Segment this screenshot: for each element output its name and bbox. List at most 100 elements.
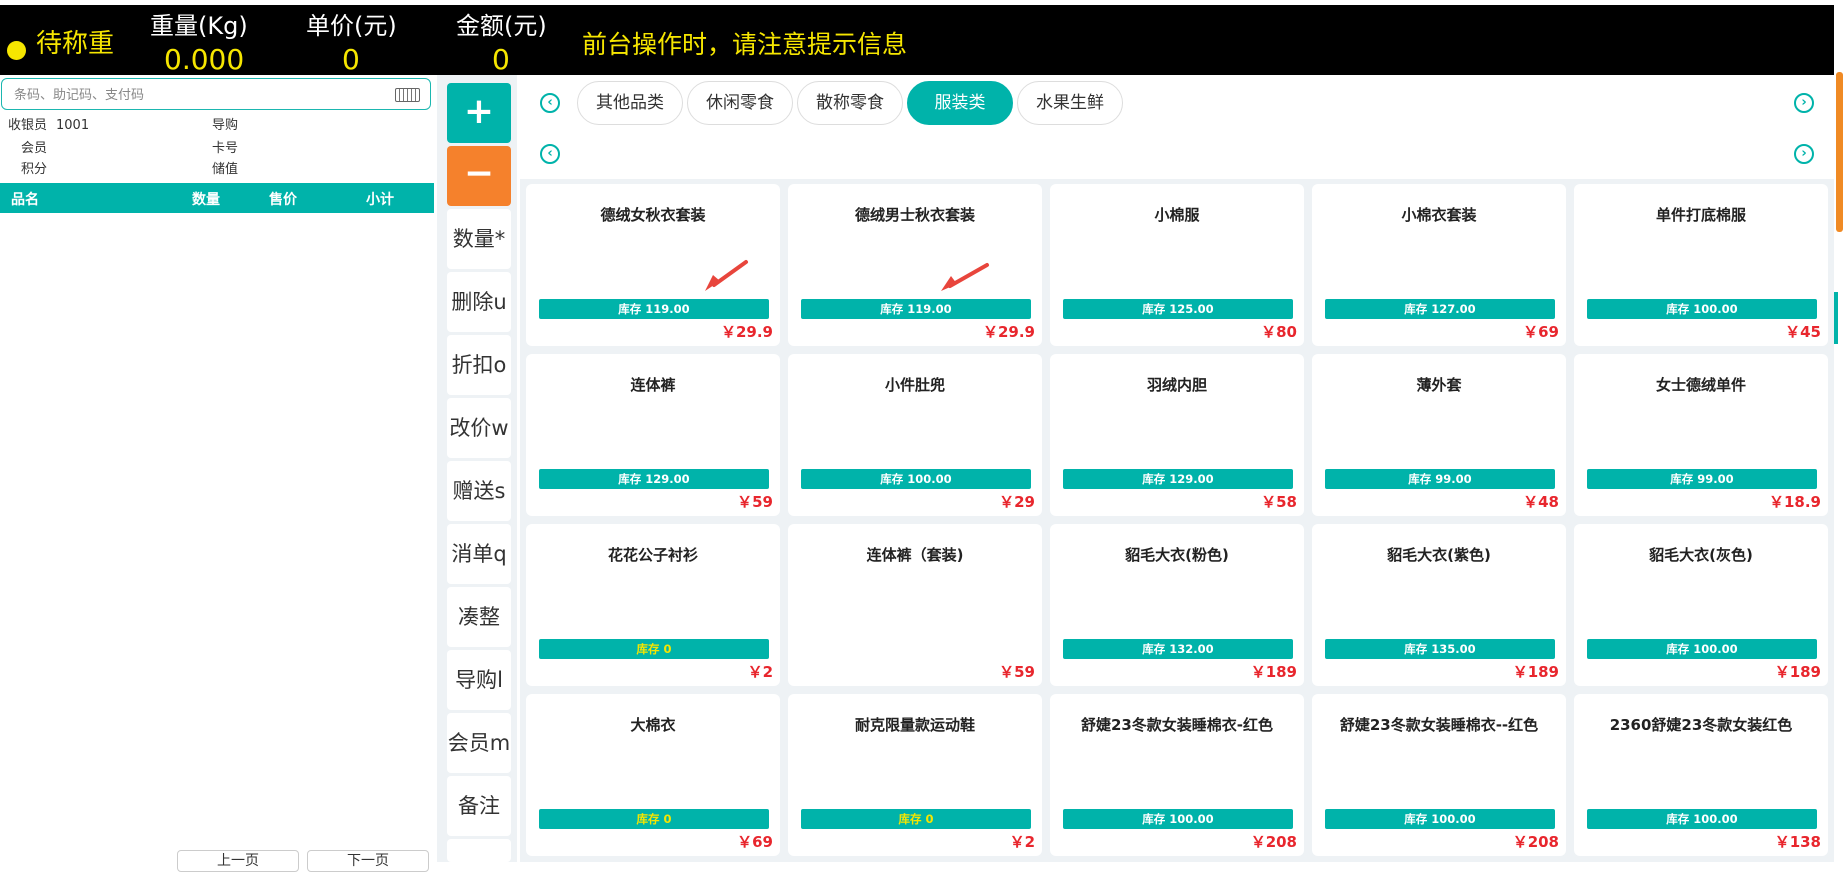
product-card[interactable]: 舒婕23冬款女装睡棉衣--红色 库存 100.00 ￥208 — [1312, 694, 1566, 856]
change-price-button[interactable]: 改价w — [447, 398, 511, 458]
cancel-order-button[interactable]: 消单q — [447, 524, 511, 584]
product-card[interactable]: 女士德绒单件 库存 99.00 ￥18.9 — [1574, 354, 1828, 516]
chevron-left-circle-icon[interactable]: ‹ — [540, 93, 560, 113]
product-price: ￥208 — [1512, 833, 1559, 851]
points-label: 积分 — [21, 162, 48, 177]
product-price: ￥29.9 — [720, 323, 773, 341]
product-card[interactable]: 薄外套库存 99.00 ￥48 — [1312, 354, 1566, 516]
stock-badge: 库存 132.00 — [1063, 639, 1293, 659]
annotation-arrow-icon — [941, 263, 989, 291]
discount-button[interactable]: 折扣o — [447, 335, 511, 395]
product-card[interactable]: 小棉服 库存 125.00 ￥80 — [1050, 184, 1304, 346]
product-name: 单件打底棉服 — [1655, 206, 1746, 224]
product-name: 德绒女秋衣套装 — [600, 206, 706, 224]
prev-page-button[interactable]: 上一页 — [177, 850, 299, 872]
stock-badge: 库存 125.00 — [1063, 299, 1293, 319]
stock-badge: 库存 100.00 — [1325, 809, 1555, 829]
product-card[interactable]: 小棉衣套装 库存 127.00 ￥69 — [1312, 184, 1566, 346]
quantity-button[interactable]: 数量* — [447, 209, 511, 269]
product-name: 舒婕23冬款女装睡棉衣--红色 — [1339, 716, 1539, 734]
round-button[interactable]: 凑整 — [447, 587, 511, 647]
product-card[interactable]: 花花公子衬衫 库存 0 ￥2 — [526, 524, 780, 686]
product-price: ￥189 — [1774, 663, 1821, 681]
product-card[interactable]: 2360舒婕23冬款女装红色 库存 100.00 ￥138 — [1574, 694, 1828, 856]
product-card[interactable]: 羽绒内胆 库存 129.00 ￥58 — [1050, 354, 1304, 516]
product-card[interactable]: 德绒男士秋衣套装 库存 119.00 ￥29.9 — [788, 184, 1042, 346]
stock-badge: 库存 119.00 — [539, 299, 769, 319]
product-card[interactable]: 貂毛大衣(灰色) 库存 100.00 ￥189 — [1574, 524, 1828, 686]
product-price: ￥29 — [999, 493, 1035, 511]
stock-badge: 库存 99.00 — [1587, 469, 1817, 489]
next-page-button[interactable]: 下一页 — [307, 850, 429, 872]
chevron-left-circle-icon[interactable]: ‹ — [540, 144, 560, 164]
gift-button[interactable]: 赠送s — [447, 461, 511, 521]
product-card[interactable]: 连体裤 库存 129.00 ￥59 — [526, 354, 780, 516]
product-card[interactable]: 耐克限量款运动鞋 库存 0 ￥2 — [788, 694, 1042, 856]
tab-snacks[interactable]: 休闲零食 — [687, 81, 793, 125]
product-price: ￥29.9 — [982, 323, 1035, 341]
stock-badge: 库存 129.00 — [1063, 469, 1293, 489]
product-name: 薄外套 — [1416, 376, 1462, 394]
tab-clothing[interactable]: 服装类 — [907, 81, 1013, 125]
product-price: ￥208 — [1250, 833, 1297, 851]
cart-table-header: 品名 数量 售价 小计 — [0, 183, 434, 213]
stock-badge: 库存 100.00 — [1587, 299, 1817, 319]
guide-button[interactable]: 导购l — [447, 650, 511, 710]
product-price: ￥48 — [1523, 493, 1559, 511]
stock-badge: 库存 127.00 — [1325, 299, 1555, 319]
cashier-value: 1001 — [56, 118, 90, 133]
product-card[interactable]: 小件肚兜 库存 100.00 ￥29 — [788, 354, 1042, 516]
more-button[interactable] — [447, 839, 511, 862]
stock-badge: 库存 0 — [801, 809, 1031, 829]
remark-button[interactable]: 备注 — [447, 776, 511, 836]
col-name: 品名 — [11, 192, 39, 208]
stock-badge: 库存 100.00 — [1063, 809, 1293, 829]
notice-text: 前台操作时，请注意提示信息 — [582, 30, 908, 59]
product-price: ￥18.9 — [1768, 493, 1821, 511]
product-price: ￥138 — [1774, 833, 1821, 851]
tab-other[interactable]: 其他品类 — [577, 81, 683, 125]
balance-label: 储值 — [212, 162, 239, 177]
search-input[interactable] — [12, 84, 386, 106]
product-name: 小棉服 — [1154, 206, 1200, 224]
product-name: 连体裤（套装) — [866, 546, 964, 564]
tab-fruit[interactable]: 水果生鲜 — [1017, 81, 1123, 125]
product-card[interactable]: 连体裤（套装) ￥59 — [788, 524, 1042, 686]
product-card[interactable]: 单件打底棉服库存 100.00 ￥45 — [1574, 184, 1828, 346]
product-card[interactable]: 貂毛大衣(紫色) 库存 135.00 ￥189 — [1312, 524, 1566, 686]
product-card[interactable]: 貂毛大衣(粉色) 库存 132.00 ￥189 — [1050, 524, 1304, 686]
product-card[interactable]: 舒婕23冬款女装睡棉衣-红色库存 100.00 ￥208 — [1050, 694, 1304, 856]
chevron-right-circle-icon[interactable]: › — [1794, 93, 1814, 113]
product-card[interactable]: 大棉衣 库存 0 ￥69 — [526, 694, 780, 856]
status-dot-icon — [7, 41, 26, 60]
product-price: ￥189 — [1512, 663, 1559, 681]
product-price: ￥189 — [1250, 663, 1297, 681]
increase-button[interactable]: + — [447, 83, 511, 143]
tab-bulk-snacks[interactable]: 散称零食 — [797, 81, 903, 125]
product-name: 小件肚兜 — [884, 376, 945, 394]
product-name: 舒婕23冬款女装睡棉衣-红色 — [1080, 716, 1274, 734]
search-box[interactable] — [1, 78, 431, 110]
member-button[interactable]: 会员m — [447, 713, 511, 773]
keyboard-icon[interactable] — [395, 88, 420, 102]
chevron-right-circle-icon[interactable]: › — [1794, 144, 1814, 164]
unit-price-value: 0 — [342, 43, 360, 76]
product-price: ￥2 — [1009, 833, 1035, 851]
stock-badge: 库存 99.00 — [1325, 469, 1555, 489]
product-price: ￥69 — [737, 833, 773, 851]
stock-badge: 库存 0 — [539, 639, 769, 659]
window-edge — [1834, 0, 1843, 75]
stock-badge: 库存 0 — [539, 809, 769, 829]
product-price: ￥45 — [1785, 323, 1821, 341]
member-label: 会员 — [21, 141, 48, 156]
delete-button[interactable]: 删除u — [447, 272, 511, 332]
product-name: 连体裤 — [630, 376, 676, 394]
decrease-button[interactable]: − — [447, 146, 511, 206]
weight-value: 0.000 — [164, 43, 245, 76]
weigh-status: 待称重 — [36, 29, 115, 59]
page-scrollbar[interactable] — [1836, 72, 1843, 232]
product-name: 小棉衣套装 — [1401, 206, 1477, 224]
product-name: 貂毛大衣(紫色) — [1387, 546, 1491, 564]
unit-price-label: 单价(元) — [306, 12, 397, 40]
product-name: 貂毛大衣(粉色) — [1125, 546, 1229, 564]
